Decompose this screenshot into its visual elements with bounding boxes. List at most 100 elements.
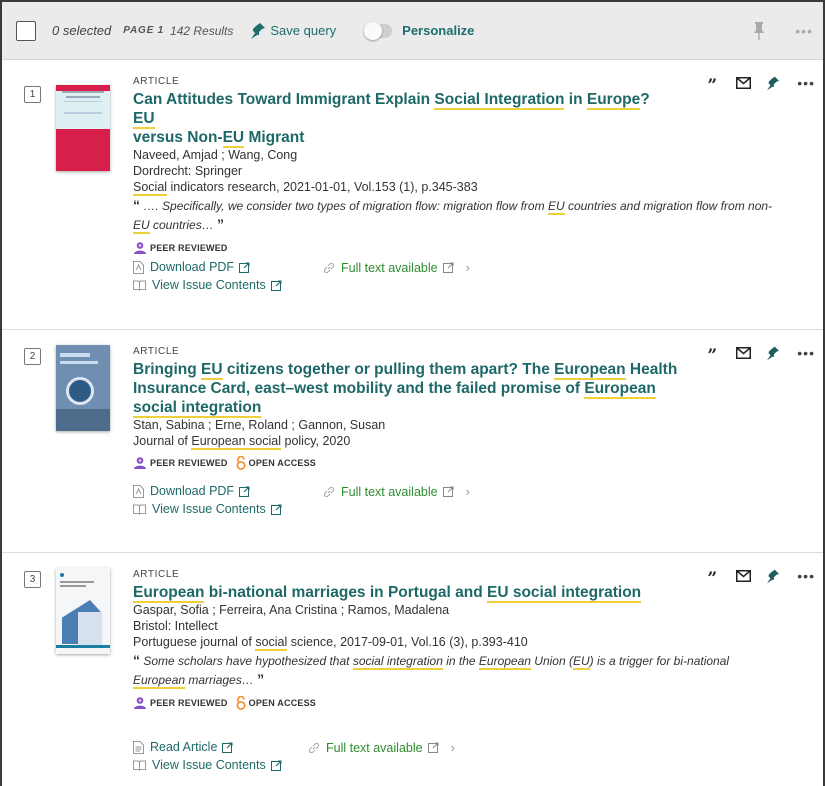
view-issue-contents-link[interactable]: View Issue Contents (133, 278, 288, 292)
title-highlight: EU (222, 129, 245, 148)
peer-reviewed-icon (134, 457, 146, 469)
title-highlight: EU (201, 361, 223, 380)
title-highlight: Social Integration (434, 91, 565, 110)
title-highlight: EU social integration (486, 584, 642, 603)
page-label: PAGE 1 (123, 25, 165, 36)
journal-cover-thumbnail[interactable] (56, 345, 110, 431)
citation-icon[interactable]: ” (702, 567, 722, 588)
snippet-part: …. Specifically, we consider two types o… (143, 199, 548, 213)
cover-dot (60, 573, 64, 577)
source-text: Journal of (133, 434, 192, 448)
snippet-part: countries… (149, 218, 214, 232)
save-query-label: Save query (270, 23, 337, 38)
cover-stripe (56, 645, 110, 648)
snippet-highlight: EU (547, 199, 565, 215)
record-title[interactable]: Can Attitudes Toward Immigrant Explain S… (133, 90, 673, 148)
source-text: science, 2017-09-01, Vol.16 (3), p.393-4… (287, 635, 528, 649)
full-text-label: Full text available (341, 484, 438, 499)
download-pdf-link[interactable]: Download PDF (133, 484, 256, 498)
peer-reviewed-badge: PEER REVIEWED (133, 696, 228, 710)
journal-cover-thumbnail[interactable] (56, 568, 110, 654)
read-article-link[interactable]: Read Article (133, 740, 239, 754)
read-article-label: Read Article (150, 740, 218, 754)
toolbar-actions: ••• (753, 2, 813, 60)
open-access-icon (236, 696, 246, 710)
record-source: Portuguese journal of social science, 20… (133, 634, 809, 651)
title-part: Bringing (133, 361, 202, 378)
record-publisher: Bristol: Intellect (133, 619, 218, 633)
record-title[interactable]: European bi-national marriages in Portug… (133, 583, 693, 603)
mail-icon[interactable] (736, 570, 752, 582)
chevron-right-icon: › (465, 260, 470, 275)
select-all-checkbox[interactable] (16, 20, 36, 41)
chevron-right-icon: › (465, 484, 470, 499)
book-cover-thumbnail[interactable] (56, 85, 110, 171)
more-options-icon[interactable]: ••• (797, 75, 815, 91)
full-text-link[interactable]: Full text available › (308, 740, 455, 755)
citation-icon[interactable]: ” (702, 74, 722, 95)
record-authors: Naveed, Amjad ; Wang, Cong (133, 148, 298, 162)
external-link-icon (239, 486, 250, 497)
external-link-icon (239, 262, 250, 273)
open-quote-icon: “ (133, 652, 140, 668)
more-options-icon[interactable]: ••• (795, 23, 813, 39)
open-access-icon (236, 456, 246, 470)
results-toolbar: 0 selected PAGE 1 142 Results Save query… (2, 2, 823, 60)
title-part: in (564, 91, 587, 108)
download-pdf-link[interactable]: Download PDF (133, 260, 256, 274)
snippet-highlight: social integration (352, 654, 443, 670)
peer-reviewed-badge: PEER REVIEWED (133, 241, 228, 255)
save-query-button[interactable]: Save query (251, 22, 337, 39)
link-icon (308, 742, 320, 753)
pin-icon[interactable] (753, 22, 765, 40)
record-badges: PEER REVIEWED OPEN ACCESS (133, 693, 809, 713)
title-highlight: European (554, 361, 626, 380)
snippet-highlight: European (133, 673, 186, 689)
external-link-icon (427, 742, 439, 753)
snippet-part: countries and migration flow from non- (564, 199, 773, 213)
citation-icon[interactable]: ” (702, 344, 722, 365)
mail-icon[interactable] (736, 347, 752, 359)
record-snippet: “ Some scholars have hypothesized that s… (133, 651, 758, 689)
full-text-link[interactable]: Full text available › (323, 484, 470, 499)
cover-top-panel (56, 91, 110, 129)
record-badges: PEER REVIEWED (133, 238, 809, 258)
more-options-icon[interactable]: ••• (797, 345, 815, 361)
record-publisher: Dordrecht: Springer (133, 164, 243, 178)
mail-icon[interactable] (736, 77, 752, 89)
title-part: ? (640, 91, 650, 108)
personalize-label[interactable]: Personalize (402, 23, 474, 38)
pin-icon[interactable] (767, 569, 780, 584)
snippet-part: Union ( (530, 654, 573, 668)
snippet-highlight: EU (572, 654, 590, 670)
external-link-icon (442, 262, 454, 273)
peer-reviewed-label: PEER REVIEWED (150, 458, 228, 468)
view-issue-label: View Issue Contents (152, 758, 266, 772)
pin-icon[interactable] (767, 76, 780, 91)
search-results-panel: 0 selected PAGE 1 142 Results Save query… (0, 0, 825, 786)
external-link-icon (270, 760, 282, 771)
record-number-checkbox[interactable]: 2 (24, 348, 41, 365)
book-icon (133, 760, 146, 771)
personalize-toggle[interactable] (364, 21, 393, 40)
record-content: ARTICLE Can Attitudes Toward Immigrant E… (133, 76, 809, 258)
record-title[interactable]: Bringing EU citizens together or pulling… (133, 360, 678, 418)
view-issue-contents-link[interactable]: View Issue Contents (133, 502, 288, 516)
snippet-part: Some scholars have hypothesized that (143, 654, 353, 668)
peer-reviewed-label: PEER REVIEWED (150, 243, 228, 253)
open-access-label: OPEN ACCESS (248, 458, 317, 468)
snippet-highlight: European (478, 654, 531, 670)
view-issue-contents-link[interactable]: View Issue Contents (133, 758, 288, 772)
more-options-icon[interactable]: ••• (797, 568, 815, 584)
record-actions: ” ••• (702, 567, 815, 588)
record-number-checkbox[interactable]: 3 (24, 571, 41, 588)
record-source: Social indicators research, 2021-01-01, … (133, 179, 809, 196)
full-text-link[interactable]: Full text available › (323, 260, 470, 275)
peer-reviewed-label: PEER REVIEWED (150, 698, 228, 708)
pin-icon[interactable] (767, 346, 780, 361)
close-quote-icon: ” (257, 671, 265, 687)
view-issue-label: View Issue Contents (152, 278, 266, 292)
record-number-checkbox[interactable]: 1 (24, 86, 41, 103)
record-authors: Gaspar, Sofia ; Ferreira, Ana Cristina ;… (133, 603, 450, 617)
source-highlight: European social (191, 434, 282, 450)
